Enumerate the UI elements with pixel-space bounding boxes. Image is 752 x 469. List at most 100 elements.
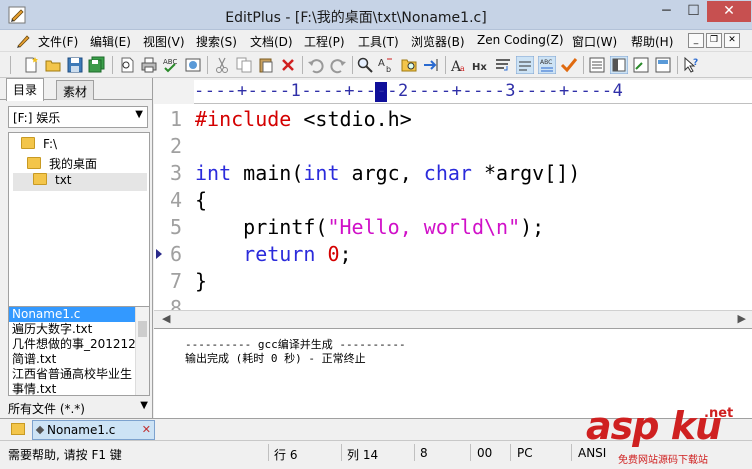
- line-number: 5: [169, 215, 182, 239]
- tree-item-drive[interactable]: F:\: [21, 137, 57, 155]
- menu-document[interactable]: 文档(D): [250, 33, 293, 50]
- menu-help[interactable]: 帮助(H): [631, 33, 673, 50]
- scroll-left-icon[interactable]: ◀: [162, 312, 170, 325]
- copy-icon[interactable]: [235, 56, 253, 74]
- cut-icon[interactable]: [213, 56, 231, 74]
- tree-item-desktop[interactable]: 我的桌面: [27, 155, 97, 173]
- tab-cliptext[interactable]: 素材: [56, 80, 95, 100]
- list-item[interactable]: 几件想做的事_201212: [9, 337, 149, 352]
- menu-tools[interactable]: 工具(T): [358, 33, 399, 50]
- watermark-tagline: 免费网站源码下载站: [618, 455, 708, 466]
- save-icon[interactable]: [66, 56, 84, 74]
- scrollbar-thumb[interactable]: [138, 321, 147, 337]
- code-line: return 0;: [195, 242, 351, 266]
- drive-select[interactable]: [F:] 娱乐 ▼: [8, 106, 148, 128]
- watermark: asp ku .net 免费网站源码下载站: [586, 400, 752, 469]
- keyword-token: int: [303, 161, 340, 185]
- maximize-button[interactable]: ☐: [680, 1, 707, 22]
- menu-search[interactable]: 搜索(S): [196, 33, 237, 50]
- view-4-icon[interactable]: [654, 56, 672, 74]
- view-3-icon[interactable]: [632, 56, 650, 74]
- watermark-domain: .net: [704, 406, 734, 421]
- redo-icon[interactable]: [329, 56, 347, 74]
- svg-text:ABC: ABC: [540, 59, 552, 66]
- list-item[interactable]: Noname1.c: [9, 307, 149, 322]
- view-1-icon[interactable]: [588, 56, 606, 74]
- status-tab-size: 8: [420, 446, 428, 460]
- status-line-ending: PC: [517, 446, 533, 460]
- close-tab-icon[interactable]: ✕: [142, 421, 151, 439]
- folder-icon[interactable]: [11, 423, 25, 435]
- code-token: );: [520, 215, 545, 239]
- line-number: 8: [169, 296, 182, 310]
- replace-icon[interactable]: Ab: [378, 56, 396, 74]
- status-column: 列 14: [347, 448, 379, 462]
- font-icon[interactable]: Aa: [450, 56, 468, 74]
- delete-icon[interactable]: [279, 56, 297, 74]
- watermark-logo: asp ku: [586, 404, 722, 448]
- svg-text:b: b: [386, 65, 391, 74]
- list-item[interactable]: 简谱.txt: [9, 352, 149, 367]
- menu-browser[interactable]: 浏览器(B): [411, 33, 465, 50]
- find-icon[interactable]: [356, 56, 374, 74]
- menu-edit[interactable]: 编辑(E): [90, 33, 131, 50]
- menu-file[interactable]: 文件(F): [38, 33, 78, 50]
- line-number: 7: [169, 269, 182, 293]
- preprocessor-token: #include: [195, 107, 292, 131]
- horizontal-scrollbar[interactable]: ◀ ▶: [154, 310, 752, 326]
- spell-check-icon[interactable]: [560, 56, 578, 74]
- mdi-close-button[interactable]: ✕: [724, 33, 740, 48]
- code-line: {: [195, 188, 208, 212]
- line-number-icon[interactable]: ABC: [538, 56, 556, 74]
- tree-item-txt[interactable]: txt: [13, 173, 147, 191]
- goto-icon[interactable]: [422, 56, 440, 74]
- minimize-button[interactable]: ─: [653, 1, 680, 22]
- save-all-icon[interactable]: [88, 56, 106, 74]
- word-wrap-icon[interactable]: [494, 56, 512, 74]
- ruler-icon[interactable]: [516, 56, 534, 74]
- view-2-icon[interactable]: [610, 56, 628, 74]
- help-icon[interactable]: ?: [682, 56, 700, 74]
- print-icon[interactable]: [140, 56, 158, 74]
- scroll-right-icon[interactable]: ▶: [738, 312, 746, 325]
- close-button[interactable]: ✕: [707, 1, 751, 22]
- number-token: 0: [327, 242, 340, 266]
- line-number: 3: [169, 161, 182, 185]
- code-editor[interactable]: 1 2 3 4 5 6 7 8 #include <stdio.h> int m…: [154, 104, 752, 310]
- mdi-minimize-button[interactable]: _: [688, 33, 704, 48]
- line-number: 1: [169, 107, 182, 131]
- status-char-code: 00: [477, 446, 493, 460]
- file-filter-select[interactable]: 所有文件 (*.*) ▼: [8, 400, 150, 418]
- output-line: 输出完成 (耗时 0 秒) - 正常终止: [185, 352, 366, 365]
- menu-view[interactable]: 视图(V): [143, 33, 185, 50]
- new-file-icon[interactable]: [22, 56, 40, 74]
- menu-zen-coding[interactable]: Zen Coding(Z): [477, 33, 564, 47]
- document-icon: [35, 425, 45, 435]
- print-preview-icon[interactable]: [118, 56, 136, 74]
- keyword-token: return: [243, 242, 316, 266]
- spellcheck-icon[interactable]: ABC: [162, 56, 180, 74]
- svg-text:?: ?: [693, 58, 698, 68]
- menu-window[interactable]: 窗口(W): [572, 33, 617, 50]
- line-number: 2: [169, 134, 182, 158]
- undo-icon[interactable]: [307, 56, 325, 74]
- string-token: "Hello, world\n": [327, 215, 521, 239]
- ruler-text: ----+----1----+----2----+----3----+----4: [194, 81, 624, 101]
- browser-icon[interactable]: [184, 56, 202, 74]
- list-item[interactable]: 事情.txt: [9, 382, 149, 395]
- line-number: 6: [169, 242, 182, 266]
- list-item[interactable]: 江西省普通高校毕业生: [9, 367, 149, 382]
- menu-project[interactable]: 工程(P): [304, 33, 345, 50]
- hex-icon[interactable]: Hx: [472, 56, 490, 74]
- list-item[interactable]: 遍历大数字.txt: [9, 322, 149, 337]
- mdi-restore-button[interactable]: ❐: [706, 33, 722, 48]
- tab-noname1[interactable]: Noname1.c ✕: [32, 420, 155, 440]
- line-number: 4: [169, 188, 182, 212]
- tab-directory[interactable]: 目录: [6, 78, 45, 101]
- file-list-scrollbar[interactable]: [135, 307, 149, 395]
- find-in-files-icon[interactable]: [400, 56, 418, 74]
- svg-text:A: A: [378, 58, 385, 69]
- open-file-icon[interactable]: [44, 56, 62, 74]
- paste-icon[interactable]: [257, 56, 275, 74]
